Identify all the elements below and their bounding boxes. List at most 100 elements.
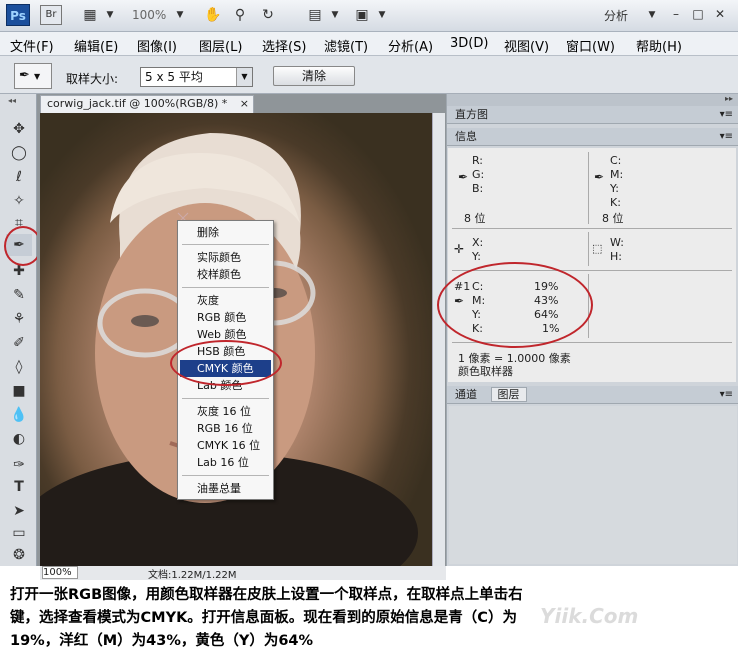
tab-info-label: 信息 xyxy=(455,130,477,143)
toolbox: ◂◂ ✥ ◯ ℓ ✧ ⌗ ✒ ✚ ✎ ⚘ ✐ ◊ ■ 💧 ◐ ✑ T ➤ ▭ ❂ xyxy=(0,94,37,566)
eraser-tool-icon[interactable]: ◊ xyxy=(6,356,32,378)
zoom-tool-icon[interactable]: ⚲ xyxy=(230,6,250,24)
crosshair-icon: ✛ xyxy=(454,242,465,256)
move-tool-icon[interactable]: ✥ xyxy=(6,118,32,140)
view-extras-icon[interactable]: ▦ xyxy=(80,6,100,24)
type-tool-icon[interactable]: T xyxy=(6,476,32,498)
chevron-down-icon[interactable]: ▼ xyxy=(100,6,120,24)
document-tab[interactable]: corwig_jack.tif @ 100%(RGB/8) * × xyxy=(40,95,254,113)
sample-size-select[interactable]: 5 x 5 平均 ▼ xyxy=(140,67,253,87)
menu-item-rgb-16[interactable]: RGB 16 位 xyxy=(180,420,271,437)
info-g-label: G: xyxy=(472,168,485,181)
menu-window[interactable]: 窗口(W) xyxy=(566,36,615,55)
collapse-toolbox-icon[interactable]: ◂◂ xyxy=(8,96,16,105)
collapse-panels-icon[interactable]: ▸▸ xyxy=(447,94,738,106)
tab-histogram-label: 直方图 xyxy=(455,108,488,121)
tab-layers[interactable]: 图层 xyxy=(490,387,527,402)
menu-item-grayscale[interactable]: 灰度 xyxy=(180,292,271,309)
status-bar: 100% 文档:1.22M/1.22M xyxy=(40,566,446,581)
marquee-tool-icon[interactable]: ◯ xyxy=(6,142,32,164)
chevron-down-icon[interactable]: ▼ xyxy=(325,6,345,24)
menu-divider xyxy=(182,398,269,399)
3d-rotate-icon[interactable]: ❂ xyxy=(6,544,32,566)
menu-item-total-ink[interactable]: 油墨总量 xyxy=(180,480,271,497)
dodge-tool-icon[interactable]: ◐ xyxy=(6,428,32,450)
arrange-documents-icon[interactable]: ▤ xyxy=(305,6,325,24)
close-icon[interactable]: ✕ xyxy=(712,6,728,22)
rotate-view-icon[interactable]: ↻ xyxy=(258,6,278,24)
menu-help[interactable]: 帮助(H) xyxy=(636,36,682,55)
menu-item-delete[interactable]: 删除 xyxy=(180,224,271,241)
divider xyxy=(588,152,589,224)
chevron-down-icon: ▼ xyxy=(34,72,41,81)
menu-view[interactable]: 视图(V) xyxy=(504,36,549,55)
pen-tool-icon[interactable]: ✑ xyxy=(6,454,32,476)
chevron-down-icon[interactable]: ▼ xyxy=(642,6,662,24)
eyedropper-icon: ✒ xyxy=(19,68,30,83)
path-selection-icon[interactable]: ➤ xyxy=(6,500,32,522)
info-w-label: W: xyxy=(610,236,624,249)
menu-divider xyxy=(182,244,269,245)
blur-tool-icon[interactable]: 💧 xyxy=(6,404,32,426)
lasso-tool-icon[interactable]: ℓ xyxy=(6,166,32,188)
application-bar: Ps Br ▦ ▼ 100% ▼ ✋ ⚲ ↻ ▤ ▼ ▣ ▼ 分析 ▼ – □ … xyxy=(0,0,738,32)
menu-filter[interactable]: 滤镜(T) xyxy=(324,36,368,55)
tab-channels[interactable]: 通道 xyxy=(455,388,477,401)
clear-button[interactable]: 清除 xyxy=(273,66,355,86)
highlight-circle-cmyk xyxy=(170,340,282,386)
screen-mode-icon[interactable]: ▣ xyxy=(352,6,372,24)
minimize-icon[interactable]: – xyxy=(668,6,684,22)
selection-size-icon: ⬚ xyxy=(592,242,603,255)
menu-item-grayscale-16[interactable]: 灰度 16 位 xyxy=(180,403,271,420)
info-bits-left: 8 位 xyxy=(464,212,486,225)
tab-bar-layers: 通道 图层 ▾≡ xyxy=(447,386,738,404)
vertical-scrollbar[interactable] xyxy=(432,113,445,566)
menu-bar: 文件(F) 编辑(E) 图像(I) 图层(L) 选择(S) 滤镜(T) 分析(A… xyxy=(0,32,738,56)
tool-preset-picker[interactable]: ✒ ▼ xyxy=(14,63,52,89)
workspace-switcher[interactable]: 分析 xyxy=(604,7,628,24)
info-r-label: R: xyxy=(472,154,484,167)
shape-tool-icon[interactable]: ▭ xyxy=(6,522,32,544)
menu-item-actual-color[interactable]: 实际颜色 xyxy=(180,249,271,266)
watermark: Yiik.Com xyxy=(540,604,639,628)
eyedropper-icon: ✒ xyxy=(458,170,469,184)
menu-item-lab-16[interactable]: Lab 16 位 xyxy=(180,454,271,471)
sample-size-label: 取样大小: xyxy=(66,72,119,86)
info-y-label: Y: xyxy=(610,182,619,195)
photoshop-logo: Ps xyxy=(6,4,30,26)
magic-wand-icon[interactable]: ✧ xyxy=(6,190,32,212)
tab-histogram[interactable]: 直方图 ▾≡ xyxy=(447,106,738,124)
chevron-down-icon[interactable]: ▼ xyxy=(372,6,392,24)
zoom-level[interactable]: 100% xyxy=(132,8,166,22)
info-b-label: B: xyxy=(472,182,484,195)
brush-tool-icon[interactable]: ✎ xyxy=(6,284,32,306)
menu-analysis[interactable]: 分析(A) xyxy=(388,36,433,55)
menu-select[interactable]: 选择(S) xyxy=(262,36,306,55)
menu-item-rgb[interactable]: RGB 颜色 xyxy=(180,309,271,326)
chevron-down-icon[interactable]: ▼ xyxy=(170,6,190,24)
info-bits-right: 8 位 xyxy=(602,212,624,225)
tool-name: 颜色取样器 xyxy=(458,365,513,378)
maximize-icon[interactable]: □ xyxy=(690,6,706,22)
menu-layer[interactable]: 图层(L) xyxy=(199,36,242,55)
tab-info[interactable]: 信息 ▾≡ xyxy=(447,128,738,146)
divider xyxy=(452,228,732,229)
history-brush-icon[interactable]: ✐ xyxy=(6,332,32,354)
menu-item-cmyk-16[interactable]: CMYK 16 位 xyxy=(180,437,271,454)
menu-file[interactable]: 文件(F) xyxy=(10,36,54,55)
divider xyxy=(588,232,589,266)
menu-3d[interactable]: 3D(D) xyxy=(450,36,488,51)
clone-stamp-icon[interactable]: ⚘ xyxy=(6,308,32,330)
hand-tool-icon[interactable]: ✋ xyxy=(203,6,223,24)
menu-item-proof-color[interactable]: 校样颜色 xyxy=(180,266,271,283)
panel-menu-icon[interactable]: ▾≡ xyxy=(720,128,733,146)
gradient-tool-icon[interactable]: ■ xyxy=(6,380,32,402)
panel-menu-icon[interactable]: ▾≡ xyxy=(720,386,733,404)
zoom-field[interactable]: 100% xyxy=(42,566,78,579)
info-h-label: H: xyxy=(610,250,622,263)
close-icon[interactable]: × xyxy=(240,96,249,112)
menu-edit[interactable]: 编辑(E) xyxy=(74,36,118,55)
panel-menu-icon[interactable]: ▾≡ xyxy=(720,106,733,124)
menu-image[interactable]: 图像(I) xyxy=(137,36,177,55)
bridge-button[interactable]: Br xyxy=(40,5,62,25)
